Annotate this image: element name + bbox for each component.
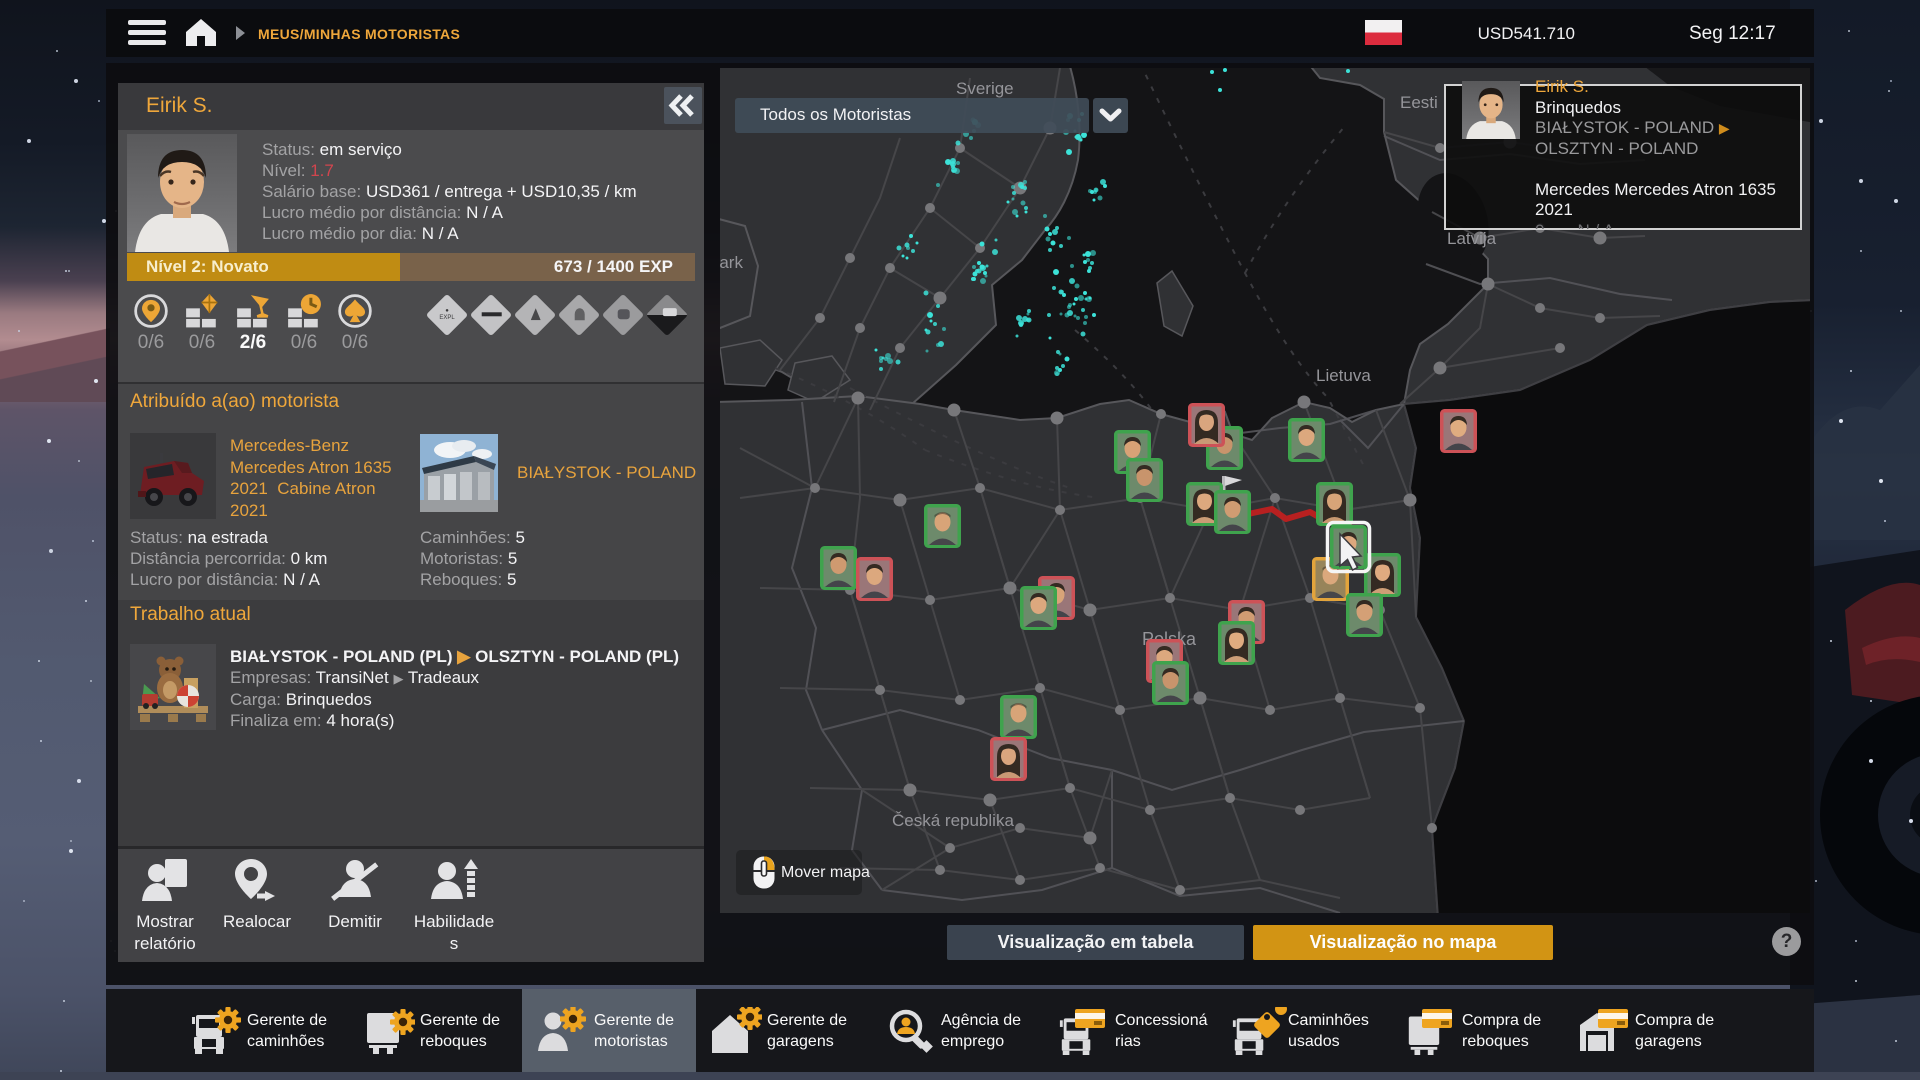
svg-text:Eesti: Eesti	[1400, 93, 1438, 112]
svg-text:Sverige: Sverige	[956, 79, 1014, 98]
svg-text:Lietuva: Lietuva	[1316, 366, 1371, 385]
svg-text:Latvija: Latvija	[1447, 229, 1497, 248]
svg-text:Česká republika: Česká republika	[892, 811, 1014, 830]
svg-text:Danmark: Danmark	[720, 253, 743, 272]
